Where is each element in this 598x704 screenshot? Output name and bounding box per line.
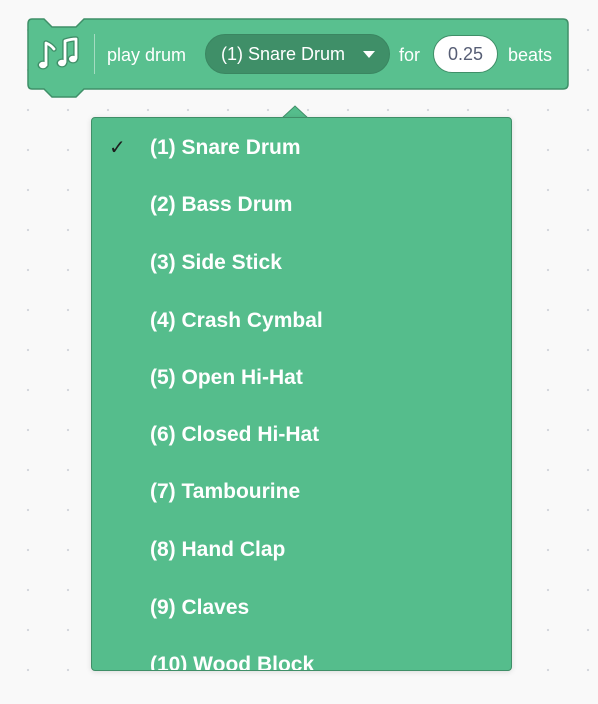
menu-item-closed-hi-hat[interactable]: (6) Closed Hi-Hat [92,413,511,457]
caret-down-icon [363,51,375,58]
beats-label: beats [508,45,553,65]
menu-item-bass-drum[interactable]: (2) Bass Drum [92,183,511,227]
menu-item-label: (8) Hand Clap [150,538,286,561]
menu-item-crash-cymbal[interactable]: (4) Crash Cymbal [92,299,511,343]
music-notes-icon [37,36,79,70]
icon-divider [94,34,95,74]
menu-item-label: (6) Closed Hi-Hat [150,423,320,446]
drum-dropdown[interactable]: (1) Snare Drum [205,34,390,74]
menu-item-label: (9) Claves [150,596,250,619]
drum-dropdown-menu: ✓ (1) Snare Drum (2) Bass Drum (3) Side … [91,117,512,671]
menu-item-label: (3) Side Stick [150,251,282,274]
menu-item-label: (7) Tambourine [150,480,301,503]
menu-item-label: (1) Snare Drum [150,136,301,159]
menu-item-wood-block[interactable]: (10) Wood Block [92,643,511,671]
menu-item-hand-clap[interactable]: (8) Hand Clap [92,528,511,572]
menu-item-label: (10) Wood Block [150,653,315,671]
menu-item-label: (2) Bass Drum [150,193,293,216]
for-label: for [399,45,421,65]
checkmark-icon: ✓ [109,137,126,159]
menu-item-label: (4) Crash Cymbal [150,309,323,332]
menu-item-label: (5) Open Hi-Hat [150,366,303,389]
menu-item-claves[interactable]: (9) Claves [92,586,511,630]
menu-item-side-stick[interactable]: (3) Side Stick [92,241,511,285]
drum-dropdown-value: (1) Snare Drum [221,44,346,64]
menu-item-tambourine[interactable]: (7) Tambourine [92,470,511,514]
play-drum-block[interactable]: play drum (1) Snare Drum for 0.25 beats [27,18,569,98]
beats-input[interactable]: 0.25 [433,35,498,73]
menu-item-snare-drum[interactable]: ✓ (1) Snare Drum [92,126,511,170]
menu-item-open-hi-hat[interactable]: (5) Open Hi-Hat [92,356,511,400]
play-drum-label: play drum [107,45,187,65]
